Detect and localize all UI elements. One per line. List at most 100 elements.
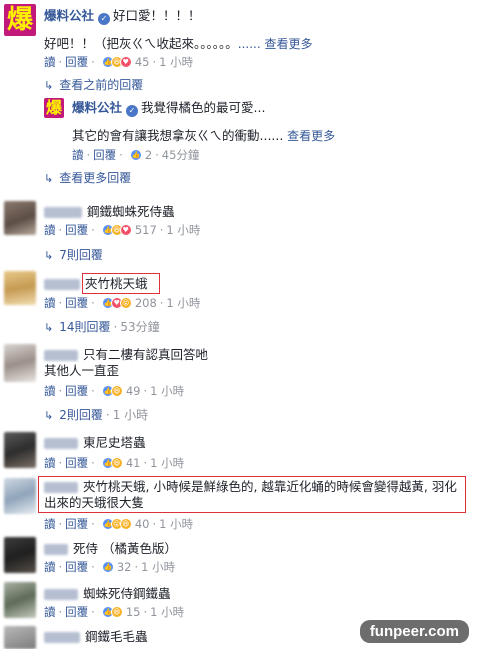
comment-text: 只有二樓有認真回答吔 xyxy=(83,347,209,362)
page-avatar[interactable]: 爆 xyxy=(44,98,64,118)
reaction-count: 32 xyxy=(116,560,132,574)
like-link[interactable]: 讀 xyxy=(44,223,56,237)
user-avatar[interactable] xyxy=(4,344,36,382)
page-avatar[interactable]: 爆 xyxy=(4,4,36,36)
reply-arrow-icon: ↳ xyxy=(44,79,54,92)
timestamp[interactable]: 1 小時 xyxy=(166,223,200,237)
comment-text: 夾竹桃天蛾 xyxy=(85,276,148,291)
comment-actions: 讀 · 回覆 · 👍 ♥ 😮 208 · 1 小時 xyxy=(44,296,201,310)
blurred-username[interactable] xyxy=(44,482,78,493)
blurred-username[interactable] xyxy=(44,207,82,218)
reaction-count: 49 xyxy=(125,384,141,398)
timestamp[interactable]: 1 小時 xyxy=(150,605,184,619)
like-link[interactable]: 讀 xyxy=(44,517,56,531)
timestamp[interactable]: 1 小時 xyxy=(166,296,200,310)
user-avatar[interactable] xyxy=(4,582,36,618)
comment-actions: 讀 · 回覆 · 👍 2 · 45分鐘 xyxy=(72,148,200,162)
reactions[interactable]: 👍 xyxy=(101,561,114,573)
see-more-link[interactable]: 查看更多 xyxy=(287,129,335,143)
reactions[interactable]: 👍 ♥ 😮 xyxy=(101,297,132,309)
view-previous-replies-link[interactable]: ↳ 查看之前的回覆 xyxy=(44,77,143,94)
user-avatar[interactable] xyxy=(4,478,36,514)
comment-text: 其他人一直歪 xyxy=(44,363,120,378)
reply-link[interactable]: 回覆 xyxy=(93,148,116,162)
timestamp[interactable]: 1 小時 xyxy=(141,560,175,574)
user-avatar[interactable] xyxy=(4,271,36,305)
reply-link[interactable]: 回覆 xyxy=(65,55,88,69)
blurred-username[interactable] xyxy=(44,438,78,449)
blurred-username[interactable] xyxy=(44,589,78,600)
reactions[interactable]: 👍 😆 ♥ xyxy=(101,56,132,68)
timestamp[interactable]: 1 小時 xyxy=(150,384,184,398)
reactions[interactable]: 👍 😮 😆 xyxy=(101,518,132,530)
haha-reaction-icon: 😆 xyxy=(110,385,123,397)
timestamp[interactable]: 45分鐘 xyxy=(162,148,200,162)
timestamp[interactable]: 1 小時 xyxy=(159,517,193,531)
page-avatar-glyph: 爆 xyxy=(45,98,62,117)
comment-line-2: 其他人一直歪 xyxy=(44,363,119,379)
blurred-username[interactable] xyxy=(44,350,78,361)
blurred-username[interactable] xyxy=(44,544,68,555)
like-link[interactable]: 讀 xyxy=(44,55,56,69)
reply-arrow-icon: ↳ xyxy=(44,321,54,334)
blurred-username[interactable] xyxy=(44,279,80,290)
view-replies-link[interactable]: ↳ 2則回覆 · 1 小時 xyxy=(44,407,148,424)
view-replies-link[interactable]: ↳ 14則回覆 · 53分鐘 xyxy=(44,319,160,336)
comment-line: 只有二樓有認真回答吔 xyxy=(44,347,208,363)
reply-link[interactable]: 回覆 xyxy=(65,296,88,310)
comment-line: 蜘蛛死侍鋼鐵蟲 xyxy=(44,586,171,602)
like-link[interactable]: 讀 xyxy=(44,296,56,310)
like-reaction-icon: 👍 xyxy=(101,561,114,573)
reaction-count: 2 xyxy=(144,148,153,162)
comment-text: 東尼史塔蟲 xyxy=(83,435,146,450)
reply-text: 其它的會有讓我想拿灰ㄍㄟ的衝動...... xyxy=(72,128,284,143)
reply-link[interactable]: 回覆 xyxy=(65,605,88,619)
reactions[interactable]: 👍 😆 xyxy=(101,606,123,618)
user-avatar[interactable] xyxy=(4,201,36,235)
love-reaction-icon: ♥ xyxy=(119,224,132,236)
see-more-link[interactable]: ...... 查看更多 xyxy=(238,37,313,51)
view-replies-link[interactable]: ↳ 7則回覆 xyxy=(44,247,103,264)
user-avatar[interactable] xyxy=(4,537,36,573)
like-link[interactable]: 讀 xyxy=(44,384,56,398)
top-comment-line: 爆料公社 ✓ 好口愛！！！！ xyxy=(44,8,201,25)
verified-badge-icon: ✓ xyxy=(126,105,139,117)
reply-text-line: 好吧！！（把灰ㄍㄟ收起來。。。。。。...... 查看更多 xyxy=(44,36,312,52)
like-link[interactable]: 讀 xyxy=(44,560,56,574)
comment-line: 夾竹桃天蛾 xyxy=(44,276,148,292)
reply-link[interactable]: 回覆 xyxy=(65,384,88,398)
user-avatar[interactable] xyxy=(4,432,36,468)
like-reaction-icon: 👍 xyxy=(129,149,142,161)
reply-link[interactable]: 回覆 xyxy=(65,223,88,237)
comment-text: 鋼鐵毛毛蟲 xyxy=(85,629,148,644)
reply-link[interactable]: 回覆 xyxy=(65,560,88,574)
like-link[interactable]: 讀 xyxy=(72,148,84,162)
comment-actions: 讀 · 回覆 · 👍 😆 49 · 1 小時 xyxy=(44,384,185,398)
comment-author[interactable]: 爆料公社 xyxy=(44,8,94,23)
comment-line: 夾竹桃天蛾, 小時候是鮮綠色的, 越靠近化蛹的時候會變得越黃, 羽化 xyxy=(44,479,457,495)
like-link[interactable]: 讀 xyxy=(44,605,56,619)
reactions[interactable]: 👍 xyxy=(129,149,142,161)
reply-line: 爆料公社 ✓ 我覺得橘色的最可愛... xyxy=(72,100,265,117)
watermark-logo: funpeer.com xyxy=(359,620,469,643)
comment-author[interactable]: 爆料公社 xyxy=(72,100,122,115)
reactions[interactable]: 👍 😆 ♥ xyxy=(101,224,132,236)
reactions[interactable]: 👍 😆 xyxy=(101,385,123,397)
reaction-count: 40 xyxy=(134,517,150,531)
like-link[interactable]: 讀 xyxy=(44,456,56,470)
reply-arrow-icon: ↳ xyxy=(44,249,54,262)
reply-text: 好吧！！（把灰ㄍㄟ收起來。。。。。。 xyxy=(44,36,238,51)
comment-actions: 讀 · 回覆 · 👍 😆 41 · 1 小時 xyxy=(44,456,185,470)
timestamp[interactable]: 1 小時 xyxy=(159,55,193,69)
user-avatar[interactable] xyxy=(4,626,36,649)
timestamp[interactable]: 1 小時 xyxy=(150,456,184,470)
reply-link[interactable]: 回覆 xyxy=(65,456,88,470)
comment-line-2: 出來的天蛾很大隻 xyxy=(44,495,144,511)
blurred-username[interactable] xyxy=(44,632,80,643)
comment-text: 出來的天蛾很大隻 xyxy=(44,495,145,510)
reaction-count: 45 xyxy=(134,55,150,69)
reaction-count: 208 xyxy=(134,296,157,310)
reactions[interactable]: 👍 😆 xyxy=(101,457,123,469)
view-more-replies-link[interactable]: ↳ 查看更多回覆 xyxy=(44,170,131,187)
reply-link[interactable]: 回覆 xyxy=(65,517,88,531)
